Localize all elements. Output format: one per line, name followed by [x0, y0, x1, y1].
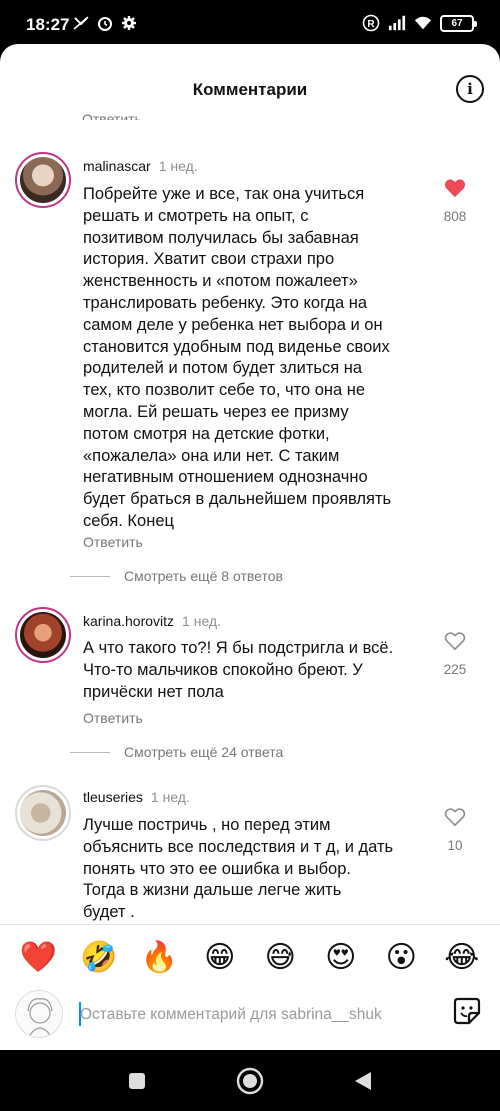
comment-time: 1 нед.: [158, 158, 198, 174]
emoji-open-mouth[interactable]: 😮: [379, 940, 423, 975]
settings-gear-icon: [120, 14, 138, 32]
divider: [70, 575, 110, 577]
like-button[interactable]: 10: [434, 807, 476, 853]
back-button[interactable]: [348, 1066, 378, 1096]
status-bar: 18:27 R 67: [0, 0, 500, 46]
heart-outline-icon: [444, 808, 466, 827]
comment-username[interactable]: karina.horovitz: [83, 613, 174, 629]
header: Комментарии i: [0, 44, 500, 120]
comment-input-row: [0, 990, 500, 1050]
registered-icon: R: [362, 14, 380, 32]
missed-call-icon: [72, 14, 90, 32]
comment-username[interactable]: tleuseries: [83, 789, 143, 805]
reply-button-partial[interactable]: Ответить: [82, 106, 142, 120]
reply-button[interactable]: Ответить: [83, 534, 143, 550]
emoji-sweat-smile[interactable]: 😅: [258, 940, 302, 975]
divider: [70, 751, 110, 753]
emoji-heart-eyes[interactable]: 😍: [319, 940, 363, 975]
emoji-quick-bar: ❤️ 🤣 🔥 😁 😅 😍 😮 😂: [0, 924, 500, 990]
comment-time: 1 нед.: [182, 613, 221, 629]
wifi-icon: [414, 14, 432, 32]
comment-time: 1 нед.: [150, 789, 190, 805]
avatar[interactable]: [15, 607, 71, 663]
view-more-replies[interactable]: Смотреть ещё 24 ответа: [70, 744, 283, 760]
alarm-icon: [96, 14, 114, 32]
comment-input[interactable]: [80, 1004, 440, 1026]
avatar[interactable]: [15, 152, 71, 208]
page-title: Комментарии: [192, 80, 308, 99]
comment-text: А что такого то?! Я бы подстригла и всё.…: [83, 639, 394, 701]
emoji-heart[interactable]: ❤️: [16, 940, 60, 975]
view-more-label: Смотреть ещё 24 ответа: [124, 744, 284, 760]
back-triangle-icon: [355, 1072, 371, 1090]
emoji-joy[interactable]: 😂: [440, 940, 484, 975]
home-circle-icon: [236, 1067, 264, 1095]
emoji-grin[interactable]: 😁: [198, 940, 242, 975]
info-button[interactable]: i: [456, 75, 484, 103]
svg-text:R: R: [367, 19, 375, 30]
battery-indicator: 67: [440, 14, 477, 32]
view-more-replies[interactable]: Смотреть ещё 8 ответов: [70, 568, 283, 584]
sticker-icon: [453, 997, 481, 1025]
comment-username[interactable]: malinascar: [83, 158, 151, 174]
like-count: 225: [443, 662, 467, 677]
like-count: 10: [447, 838, 463, 853]
like-count: 808: [443, 209, 467, 224]
signal-icon: [388, 14, 406, 32]
status-time: 18:27: [26, 15, 70, 34]
my-avatar: [15, 990, 63, 1038]
system-navigation-bar: [0, 1050, 500, 1111]
emoji-fire[interactable]: 🔥: [137, 940, 181, 975]
heart-outline-icon: [444, 632, 466, 651]
comments-sheet: Комментарии i Ответить malinascar 1 нед. …: [0, 44, 500, 1050]
heart-filled-icon: [444, 179, 466, 198]
info-icon: i: [467, 80, 473, 98]
avatar[interactable]: [15, 785, 71, 841]
sticker-button[interactable]: [452, 996, 482, 1026]
view-more-label: Смотреть ещё 8 ответов: [124, 568, 283, 584]
recents-button[interactable]: [122, 1066, 152, 1096]
reply-button[interactable]: Ответить: [83, 710, 143, 726]
emoji-rofl[interactable]: 🤣: [77, 940, 121, 975]
comment-text: Лучше постричь , но перед этим объяснить…: [83, 816, 394, 922]
like-button[interactable]: 808: [434, 178, 476, 224]
comment-text: Побрейте уже и все, так она учиться реша…: [83, 185, 392, 530]
like-button[interactable]: 225: [434, 631, 476, 677]
square-icon: [129, 1073, 145, 1089]
home-button[interactable]: [235, 1066, 265, 1096]
